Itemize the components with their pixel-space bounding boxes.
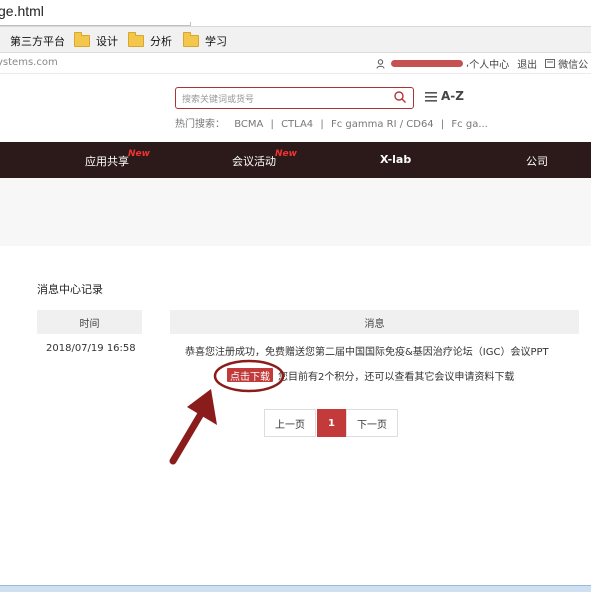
wechat-label: 微信公 bbox=[558, 60, 589, 71]
column-header-time: 时间 bbox=[37, 310, 142, 334]
site-domain: ystems.com bbox=[0, 57, 58, 68]
nav-company[interactable]: 公司 bbox=[526, 153, 548, 169]
folder-icon bbox=[74, 32, 90, 47]
hot-search-term[interactable]: Fc gamma RI / CD64 bbox=[331, 119, 434, 130]
column-header-message: 消息 bbox=[170, 310, 579, 334]
folder-icon bbox=[128, 32, 144, 47]
url-box-edge bbox=[0, 22, 191, 26]
bookmark-third-party[interactable]: 第三方平台 bbox=[10, 33, 65, 49]
nav-label: 应用共享 bbox=[85, 155, 129, 168]
url-text[interactable]: ge.html bbox=[0, 3, 44, 19]
hot-search: 热门搜索： BCMA | CTLA4 | Fc gamma RI / CD64 … bbox=[175, 119, 488, 130]
search-icon[interactable] bbox=[393, 90, 407, 104]
message-text: 恭喜您注册成功，免费赠送您第二届中国国际免疫&基因治疗论坛（IGC）会议PPT bbox=[185, 347, 549, 358]
az-index-link[interactable]: A-Z bbox=[441, 89, 464, 103]
menu-icon[interactable] bbox=[424, 90, 439, 104]
bookmark-design[interactable]: 设计 bbox=[74, 32, 118, 49]
new-badge: New bbox=[128, 149, 150, 159]
nav-xlab[interactable]: X-lab bbox=[380, 153, 411, 166]
nav-app-share[interactable]: 应用共享 bbox=[85, 153, 129, 169]
bookmarks-bar: 第三方平台 设计 分析 学习 bbox=[0, 27, 591, 53]
nav-label: 会议活动 bbox=[232, 155, 276, 168]
logout-link[interactable]: 退出 bbox=[517, 56, 537, 71]
bookmark-label: 分析 bbox=[150, 35, 172, 48]
bookmark-label: 第三方平台 bbox=[10, 35, 65, 48]
bookmark-label: 学习 bbox=[205, 35, 227, 48]
personal-center-link[interactable]: 个人中心 bbox=[469, 56, 509, 71]
redacted-username bbox=[391, 60, 463, 67]
hot-search-term[interactable]: BCMA bbox=[234, 119, 263, 130]
user-area: , 个人中心 退出 微信公 bbox=[376, 56, 588, 71]
message-time: 2018/07/19 16:58 bbox=[46, 343, 136, 354]
annotation-arrow-icon bbox=[169, 389, 217, 465]
user-icon bbox=[376, 58, 385, 69]
pagination-prev-button[interactable]: 上一页 bbox=[264, 409, 316, 437]
bookmark-study[interactable]: 学习 bbox=[183, 32, 227, 49]
pagination-next-button[interactable]: 下一页 bbox=[346, 409, 398, 437]
banner-band bbox=[0, 178, 591, 246]
pagination-current-page[interactable]: 1 bbox=[317, 409, 346, 437]
hot-search-term[interactable]: Fc ga... bbox=[451, 119, 487, 130]
new-badge: New bbox=[275, 149, 297, 159]
hot-search-label: 热门搜索： bbox=[175, 119, 225, 130]
search-placeholder: 搜索关键词或货号 bbox=[182, 95, 255, 105]
nav-events[interactable]: 会议活动 bbox=[232, 153, 276, 169]
message-points-text: 您目前有2个积分，还可以查看其它会议申请资料下载 bbox=[278, 372, 515, 383]
bookmark-analysis[interactable]: 分析 bbox=[128, 32, 172, 49]
folder-icon bbox=[183, 32, 199, 47]
bookmark-label: 设计 bbox=[96, 35, 118, 48]
wechat-link[interactable]: 微信公 bbox=[545, 56, 588, 71]
wechat-icon bbox=[545, 59, 556, 68]
hot-search-term[interactable]: CTLA4 bbox=[281, 119, 313, 130]
page-title: 消息中心记录 bbox=[37, 283, 103, 296]
